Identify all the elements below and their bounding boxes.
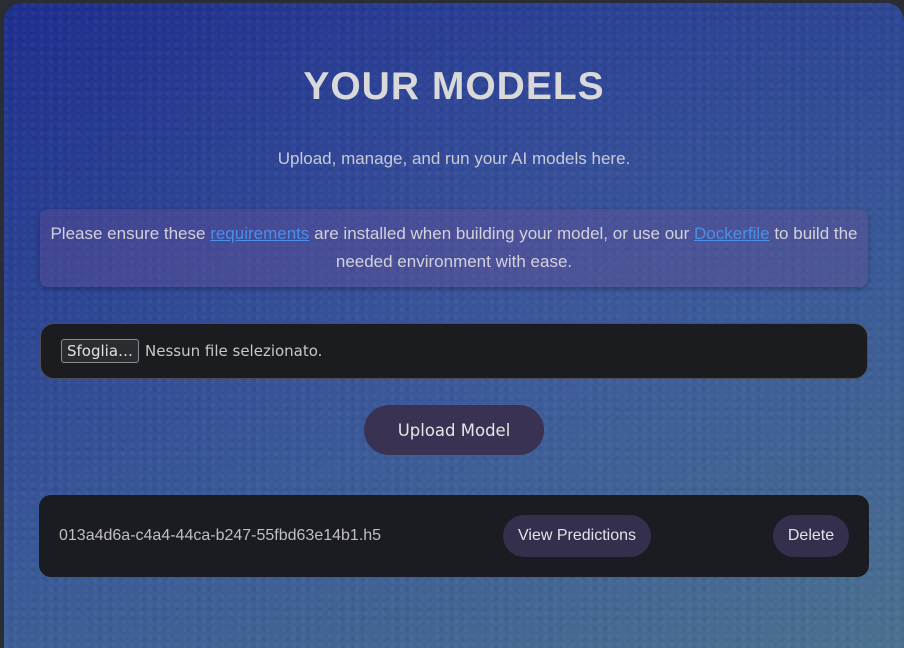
file-status: Nessun file selezionato. [145,342,323,360]
requirements-link[interactable]: requirements [210,224,309,243]
app-window: YOUR MODELS Upload, manage, and run your… [4,3,904,648]
page-title: YOUR MODELS [303,65,605,108]
requirements-notice: Please ensure these requirements are ins… [40,209,868,287]
file-input[interactable]: Sfoglia… Nessun file selezionato. [40,323,868,379]
notice-text-before: Please ensure these [50,224,211,243]
delete-button[interactable]: Delete [773,515,849,557]
model-card: 013a4d6a-c4a4-44ca-b247-55fbd63e14b1.h5 … [39,495,869,577]
browse-button[interactable]: Sfoglia… [61,339,140,363]
view-predictions-button[interactable]: View Predictions [503,515,651,557]
page-subtitle: Upload, manage, and run your AI models h… [277,149,631,168]
notice-text-middle: are installed when building your model, … [309,224,695,243]
upload-model-button[interactable]: Upload Model [364,405,544,455]
dockerfile-link[interactable]: Dockerfile [694,224,770,243]
model-filename: 013a4d6a-c4a4-44ca-b247-55fbd63e14b1.h5 [59,527,382,544]
